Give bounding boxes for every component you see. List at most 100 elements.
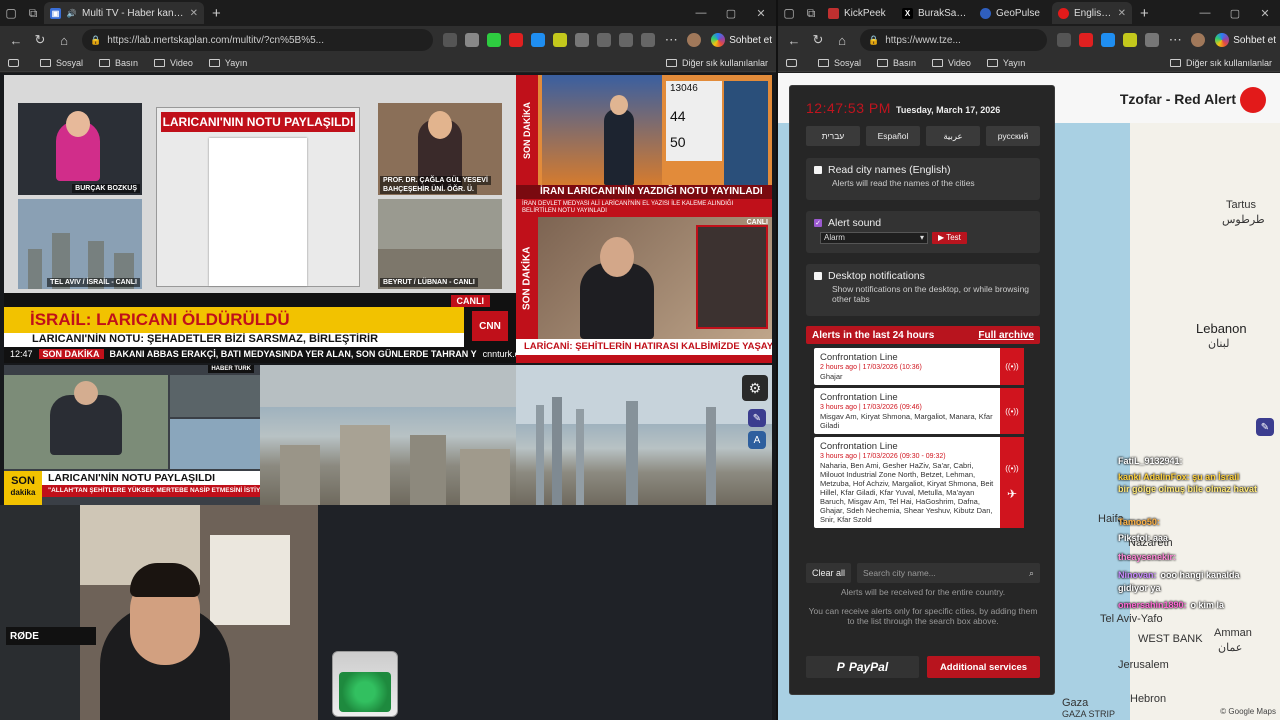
- split-screen-icon[interactable]: [597, 33, 612, 47]
- video-tile-multibox[interactable]: BURÇAK BOZKUŞ LARICANI'NIN NOTU PAYLAŞIL…: [4, 75, 516, 293]
- alert-sound-checkbox[interactable]: ✓: [814, 219, 822, 227]
- close-window-button[interactable]: ✕: [1250, 7, 1280, 20]
- bookmark-folder[interactable]: Yayın: [986, 58, 1025, 68]
- close-tab-icon[interactable]: ✕: [1118, 8, 1126, 19]
- lang-arabic-button[interactable]: عربية: [926, 126, 980, 146]
- back-icon[interactable]: ←: [4, 28, 28, 52]
- alert-item[interactable]: Confrontation Line 2 hours ago | 17/03/2…: [814, 348, 1024, 385]
- extension-icon[interactable]: [1057, 33, 1072, 47]
- home-icon[interactable]: ⌂: [52, 28, 76, 52]
- maximize-button[interactable]: ▢: [1220, 7, 1250, 20]
- extension-icon[interactable]: [465, 33, 480, 47]
- additional-services-button[interactable]: Additional services: [927, 656, 1040, 678]
- extension-icon[interactable]: [1079, 33, 1094, 47]
- alerts-list[interactable]: Confrontation Line 2 hours ago | 17/03/2…: [814, 348, 1024, 550]
- video-tile-cnn-banner[interactable]: CANLI İSRAİL: LARICANI ÖLDÜRÜLDÜ LARICAN…: [4, 293, 516, 363]
- bookmark-folder[interactable]: Video: [154, 58, 193, 68]
- tab-actions-icon[interactable]: ▢: [0, 2, 22, 24]
- video-tile-city-2[interactable]: ⚙ ✎ A: [516, 365, 772, 505]
- settings-gear-icon[interactable]: ⚙: [742, 375, 768, 401]
- desktop-notifications-checkbox[interactable]: [814, 272, 822, 280]
- copilot-button[interactable]: Sohbet et: [711, 33, 772, 47]
- alert-sound-select[interactable]: Alarm ▾: [820, 232, 928, 244]
- workspaces-icon[interactable]: ⧉: [800, 2, 822, 24]
- video-tile-city-1[interactable]: [260, 365, 516, 505]
- bookmark-folder[interactable]: Basın: [99, 58, 138, 68]
- avatar[interactable]: [1191, 33, 1206, 47]
- copilot-button[interactable]: Sohbet et: [1215, 33, 1276, 47]
- minimize-button[interactable]: —: [686, 7, 716, 20]
- bookmark-folder[interactable]: Yayın: [208, 58, 247, 68]
- chat-icon[interactable]: ✎: [748, 409, 766, 427]
- extension-icon[interactable]: [1145, 33, 1160, 47]
- bookmarks-icon[interactable]: [786, 58, 802, 67]
- address-bar[interactable]: 🔒 https://lab.mertskaplan.com/multitv/?c…: [82, 29, 434, 51]
- new-tab-button[interactable]: +: [204, 5, 229, 22]
- left-bookmarks-bar: Sosyal Basın Video Yayın Diğer sık kulla…: [0, 54, 776, 72]
- collections-icon[interactable]: [641, 33, 656, 47]
- tab-multitv[interactable]: ▣ 🔊 Multi TV - Haber kanallarını aynı ✕: [44, 2, 204, 24]
- translate-icon[interactable]: A: [748, 431, 766, 449]
- video-tile-szc[interactable]: SON DAKİKA CANLI LARİCANİ: ŞEHİTLERİN HA…: [516, 217, 772, 363]
- chat-icon[interactable]: ✎: [1256, 418, 1274, 436]
- paypal-icon: P: [836, 660, 845, 674]
- bookmark-folder[interactable]: Video: [932, 58, 971, 68]
- extension-icon[interactable]: [531, 33, 546, 47]
- bookmarks-icon[interactable]: [8, 58, 24, 67]
- refresh-icon[interactable]: ↻: [806, 28, 830, 52]
- paypal-button[interactable]: P PayPal: [806, 656, 919, 678]
- extension-icon[interactable]: [509, 33, 524, 47]
- minimize-button[interactable]: —: [1190, 7, 1220, 20]
- multitv-favicon: ▣: [50, 7, 61, 19]
- lang-hebrew-button[interactable]: עברית: [806, 126, 860, 146]
- video-tile-haberturk[interactable]: HABER TÜRK SON dakika LARICANI'NİN NOTU …: [4, 365, 260, 505]
- maximize-button[interactable]: ▢: [716, 7, 746, 20]
- kickpeek-favicon: [828, 7, 839, 19]
- test-sound-button[interactable]: ▶ Test: [932, 232, 967, 244]
- close-tab-icon[interactable]: ✕: [190, 8, 198, 19]
- tab-buraksakin[interactable]: X BurakSakin: [896, 2, 974, 24]
- favorites-icon[interactable]: [619, 33, 634, 47]
- lang-russian-button[interactable]: русский: [986, 126, 1040, 146]
- extension-icon[interactable]: [1101, 33, 1116, 47]
- refresh-icon[interactable]: ↻: [28, 28, 52, 52]
- alert-item[interactable]: Confrontation Line 3 hours ago | 17/03/2…: [814, 437, 1024, 528]
- extension-icon[interactable]: [575, 33, 590, 47]
- broadcast-icon: ((•)): [1000, 348, 1024, 385]
- bookmark-folder[interactable]: Sosyal: [818, 58, 861, 68]
- address-bar[interactable]: 🔒 https://www.tze...: [860, 29, 1048, 51]
- bookmark-folder[interactable]: Basın: [877, 58, 916, 68]
- tab-tzofar[interactable]: English - T ✕: [1052, 2, 1132, 24]
- read-city-names-checkbox[interactable]: [814, 166, 822, 174]
- alert-item[interactable]: Confrontation Line 3 hours ago | 17/03/2…: [814, 388, 1024, 434]
- close-window-button[interactable]: ✕: [746, 7, 776, 20]
- full-archive-link[interactable]: Full archive: [978, 330, 1034, 341]
- extension-icon[interactable]: [553, 33, 568, 47]
- search-icon: ⌕: [1028, 567, 1034, 578]
- footer-buttons: P PayPal Additional services: [806, 656, 1040, 678]
- other-favorites[interactable]: Diğer sık kullanılanlar: [1169, 58, 1272, 68]
- city-search-input[interactable]: Search city name... ⌕: [857, 563, 1040, 583]
- tab-actions-icon[interactable]: ▢: [778, 2, 800, 24]
- tab-kickpeek[interactable]: KickPeek: [822, 2, 896, 24]
- extension-icon[interactable]: [443, 33, 458, 47]
- back-icon[interactable]: ←: [782, 28, 806, 52]
- home-icon[interactable]: ⌂: [830, 28, 854, 52]
- right-nav-bar: ← ↻ ⌂ 🔒 https://www.tze... ⋯ Sohbet et: [778, 26, 1280, 54]
- avatar[interactable]: [687, 33, 702, 47]
- clear-all-button[interactable]: Clear all: [806, 563, 852, 583]
- bookmark-folder[interactable]: Sosyal: [40, 58, 83, 68]
- other-favorites[interactable]: Diğer sık kullanılanlar: [665, 58, 768, 68]
- extension-icon[interactable]: [1123, 33, 1138, 47]
- more-icon[interactable]: ⋯: [659, 28, 683, 52]
- video-tile-ntv[interactable]: SON DAKİKA 13046 44 50 İRAN LARICANI'NİN…: [516, 75, 772, 217]
- workspaces-icon[interactable]: ⧉: [22, 2, 44, 24]
- lang-spanish-button[interactable]: Español: [866, 126, 920, 146]
- more-icon[interactable]: ⋯: [1163, 28, 1187, 52]
- folder-icon: [986, 58, 998, 67]
- tab-geopulse[interactable]: GeoPulse: [974, 2, 1052, 24]
- chat-message: Tamoo50:: [1118, 517, 1160, 527]
- new-tab-button[interactable]: +: [1132, 5, 1157, 22]
- extension-icon[interactable]: [487, 33, 502, 47]
- audio-icon[interactable]: 🔊: [66, 8, 77, 19]
